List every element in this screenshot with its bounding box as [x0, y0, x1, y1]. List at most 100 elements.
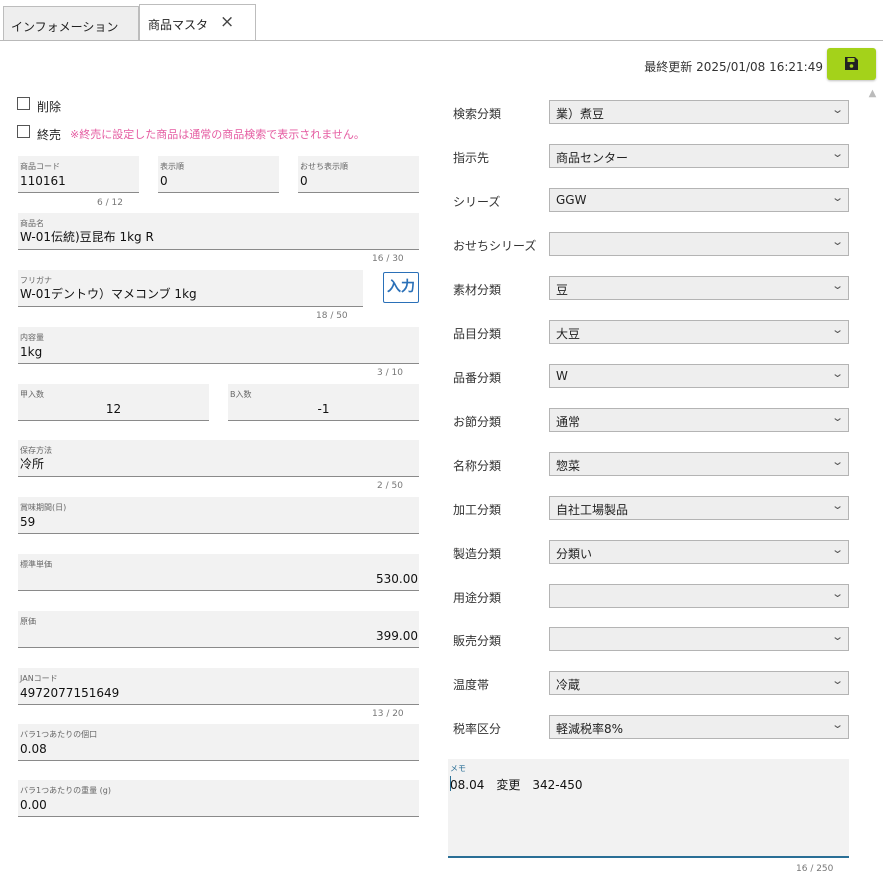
- tab-product-master-label: 商品マスタ: [148, 18, 209, 32]
- product-code-value: 110161: [20, 174, 66, 188]
- sales-category-label: 販売分類: [453, 634, 502, 648]
- a-quantity-field[interactable]: 甲入数 12: [18, 384, 209, 421]
- name-category-select[interactable]: 惣菜 ⌄: [549, 452, 849, 476]
- processing-category-select[interactable]: 自社工場製品 ⌄: [549, 496, 849, 520]
- temperature-zone-value: 冷蔵: [556, 678, 581, 692]
- close-tab-icon[interactable]: ×: [220, 12, 234, 32]
- cost-value: 399.00: [376, 629, 418, 643]
- shelf-life-label: 賞味期間(日): [20, 503, 67, 512]
- standard-price-field[interactable]: 標準単価 530.00: [18, 554, 419, 591]
- product-name-field[interactable]: 商品名 W-01伝統)豆昆布 1kg R: [18, 213, 419, 250]
- temperature-zone-select[interactable]: 冷蔵 ⌄: [549, 671, 849, 695]
- discontinued-label: 終売: [37, 128, 62, 142]
- piece-unit-field[interactable]: バラ1つあたりの個口 0.08: [18, 724, 419, 761]
- shelf-life-field[interactable]: 賞味期間(日) 59: [18, 497, 419, 534]
- scroll-up-icon[interactable]: ▲: [865, 86, 880, 101]
- tab-divider: [0, 40, 883, 41]
- last-updated-label: 最終更新: [644, 60, 693, 74]
- tab-product-master[interactable]: 商品マスタ ×: [139, 4, 256, 41]
- storage-field[interactable]: 保存方法 冷所: [18, 440, 419, 477]
- cost-field[interactable]: 原価 399.00: [18, 611, 419, 648]
- product-code-field[interactable]: 商品コード 110161: [18, 156, 139, 193]
- chevron-down-icon: ⌄: [830, 499, 844, 512]
- memo-field[interactable]: メモ 08.04 変更 342-450: [448, 759, 849, 858]
- osechi-series-label: おせちシリーズ: [453, 239, 537, 253]
- product-code-label: 商品コード: [20, 162, 60, 171]
- name-category-label: 名称分類: [453, 459, 502, 473]
- memo-label: メモ: [450, 764, 466, 773]
- chevron-down-icon: ⌄: [830, 455, 844, 468]
- save-button[interactable]: [827, 48, 876, 80]
- piece-unit-label: バラ1つあたりの個口: [20, 730, 98, 739]
- content-count: 3 / 10: [377, 368, 403, 378]
- chevron-down-icon: ⌄: [830, 543, 844, 556]
- processing-category-label: 加工分類: [453, 503, 502, 517]
- delete-checkbox[interactable]: [17, 97, 30, 110]
- name-category-value: 惣菜: [556, 459, 581, 473]
- product-name-count: 16 / 30: [372, 254, 404, 264]
- material-category-select[interactable]: 豆 ⌄: [549, 276, 849, 300]
- osechi-category-value: 通常: [556, 415, 581, 429]
- item-number-category-select[interactable]: W ⌄: [549, 364, 849, 388]
- search-category-select[interactable]: 業）煮豆 ⌄: [549, 100, 849, 124]
- chevron-down-icon: ⌄: [830, 718, 844, 731]
- temperature-zone-label: 温度帯: [453, 678, 490, 692]
- display-order-field[interactable]: 表示順 0: [158, 156, 279, 193]
- osechi-category-select[interactable]: 通常 ⌄: [549, 408, 849, 432]
- series-value: GGW: [556, 193, 587, 207]
- processing-category-value: 自社工場製品: [556, 503, 629, 517]
- floppy-disk-icon: [845, 57, 858, 70]
- last-updated: 最終更新 2025/01/08 16:21:49: [644, 58, 823, 75]
- jan-code-field[interactable]: JANコード 4972077151649: [18, 668, 419, 705]
- manufacturing-category-select[interactable]: 分類い ⌄: [549, 540, 849, 564]
- osechi-order-field[interactable]: おせち表示順 0: [298, 156, 419, 193]
- piece-unit-value: 0.08: [20, 742, 47, 756]
- material-category-value: 豆: [556, 283, 569, 297]
- instruction-target-select[interactable]: 商品センター ⌄: [549, 144, 849, 168]
- material-category-label: 素材分類: [453, 283, 502, 297]
- usage-category-label: 用途分類: [453, 591, 502, 605]
- sales-category-select[interactable]: ⌄: [549, 627, 849, 651]
- item-number-category-value: W: [556, 369, 568, 383]
- content-field[interactable]: 内容量 1kg: [18, 327, 419, 364]
- jan-code-label: JANコード: [20, 674, 58, 683]
- jan-code-value: 4972077151649: [20, 686, 120, 700]
- b-quantity-field[interactable]: B入数 -1: [228, 384, 419, 421]
- tax-rate-select[interactable]: 軽減税率8% ⌄: [549, 715, 849, 739]
- memo-count: 16 / 250: [796, 864, 834, 874]
- cost-label: 原価: [20, 617, 36, 626]
- discontinued-checkbox[interactable]: [17, 125, 30, 138]
- item-category-label: 品目分類: [453, 327, 502, 341]
- osechi-order-label: おせち表示順: [300, 162, 348, 171]
- piece-weight-field[interactable]: バラ1つあたりの重量 (g) 0.00: [18, 780, 419, 817]
- b-quantity-label: B入数: [230, 390, 252, 399]
- content-label: 内容量: [20, 333, 44, 342]
- chevron-down-icon: ⌄: [830, 279, 844, 292]
- chevron-down-icon: ⌄: [830, 147, 844, 160]
- standard-price-label: 標準単価: [20, 560, 52, 569]
- series-select[interactable]: GGW ⌄: [549, 188, 849, 212]
- delete-label: 削除: [37, 100, 62, 114]
- instruction-target-label: 指示先: [453, 151, 490, 165]
- chevron-down-icon: ⌄: [830, 411, 844, 424]
- chevron-down-icon: ⌄: [830, 674, 844, 687]
- item-category-select[interactable]: 大豆 ⌄: [549, 320, 849, 344]
- chevron-down-icon: ⌄: [830, 587, 844, 600]
- osechi-series-select[interactable]: ⌄: [549, 232, 849, 256]
- osechi-order-value: 0: [300, 174, 308, 188]
- chevron-down-icon: ⌄: [830, 103, 844, 116]
- search-category-value: 業）煮豆: [556, 107, 605, 121]
- discontinued-notice: ※終売に設定した商品は通常の商品検索で表示されません。: [70, 128, 365, 141]
- memo-value: 08.04 変更 342-450: [450, 778, 583, 792]
- tab-information[interactable]: インフォメーション: [3, 6, 139, 41]
- storage-count: 2 / 50: [377, 481, 403, 491]
- chevron-down-icon: ⌄: [830, 630, 844, 643]
- b-quantity-value: -1: [317, 402, 330, 416]
- item-number-category-label: 品番分類: [453, 371, 502, 385]
- last-updated-value: 2025/01/08 16:21:49: [696, 60, 823, 74]
- furigana-field[interactable]: フリガナ W-01デントウ）マメコンブ 1kg: [18, 270, 363, 307]
- usage-category-select[interactable]: ⌄: [549, 584, 849, 608]
- chevron-down-icon: ⌄: [830, 323, 844, 336]
- furigana-input-button[interactable]: 入力: [383, 272, 419, 303]
- storage-value: 冷所: [20, 457, 45, 471]
